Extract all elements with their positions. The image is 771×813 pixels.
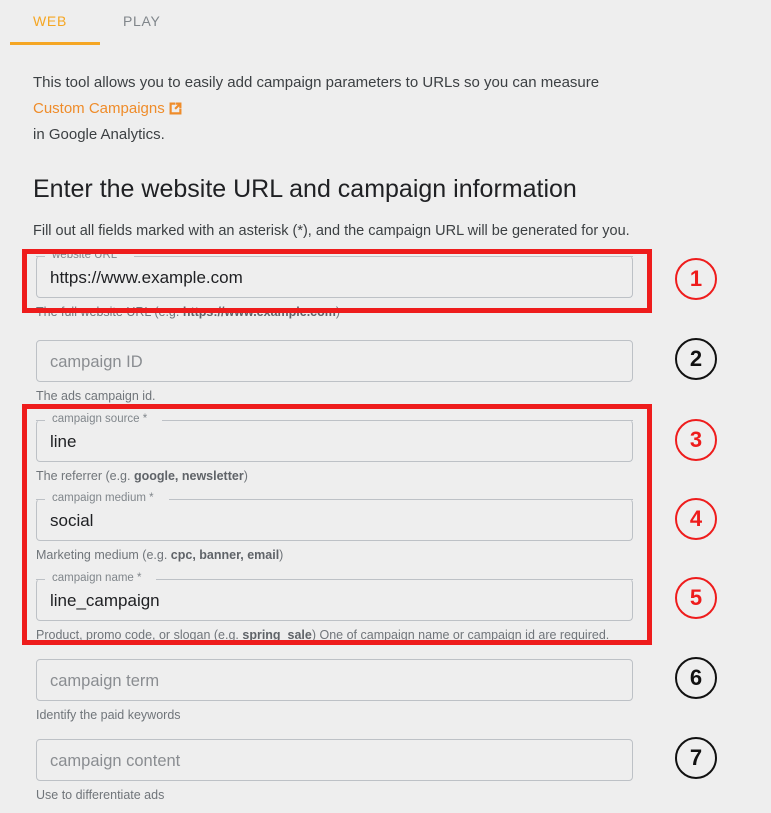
campaign-name-label: campaign name * [52, 572, 142, 584]
campaign-id-placeholder: campaign ID [50, 353, 143, 371]
campaign-medium-input[interactable]: campaign medium * social [36, 492, 633, 541]
field-campaign-id: campaign ID The ads campaign id. [36, 340, 633, 404]
intro-paragraph: This tool allows you to easily add campa… [33, 71, 673, 147]
annotation-badge-3: 3 [675, 419, 717, 461]
campaign-name-input[interactable]: campaign name * line_campaign [36, 572, 633, 621]
tab-web[interactable]: WEB [33, 13, 67, 29]
annotation-badge-7: 7 [675, 737, 717, 779]
intro-line-3: in Google Analytics. [33, 126, 165, 143]
notch-left [36, 499, 45, 500]
custom-campaigns-link[interactable]: Custom Campaigns [33, 100, 165, 117]
website-url-input[interactable]: website URL * https://www.example.com [36, 249, 633, 298]
annotation-badge-2: 2 [675, 338, 717, 380]
website-url-value: https://www.example.com [50, 268, 243, 287]
notch-left [36, 420, 45, 421]
page-title: Enter the website URL and campaign infor… [33, 175, 577, 203]
notch-right [162, 420, 633, 421]
notch-left [36, 256, 45, 257]
tab-bar: WEB PLAY [0, 0, 771, 46]
campaign-content-placeholder: campaign content [50, 752, 181, 770]
field-campaign-term: campaign term Identify the paid keywords [36, 659, 633, 723]
campaign-source-label: campaign source * [52, 413, 148, 425]
campaign-source-helper-text: The referrer (e.g. google, newsletter) [36, 469, 248, 483]
intro-line-2: Custom Campaigns [33, 97, 673, 123]
campaign-medium-helper-text: Marketing medium (e.g. cpc, banner, emai… [36, 548, 284, 562]
notch-right [156, 579, 633, 580]
campaign-medium-label: campaign medium * [52, 492, 154, 504]
external-link-icon [169, 99, 182, 123]
campaign-source-input[interactable]: campaign source * line [36, 413, 633, 462]
intro-line-1: This tool allows you to easily add campa… [33, 74, 600, 91]
field-campaign-content: campaign content Use to differentiate ads [36, 739, 633, 803]
annotation-badge-5: 5 [675, 577, 717, 619]
campaign-name-helper-text: Product, promo code, or slogan (e.g. spr… [36, 628, 610, 642]
field-campaign-medium: campaign medium * social Marketing medium … [36, 492, 633, 563]
tab-play[interactable]: PLAY [123, 13, 161, 29]
field-website-url: website URL * https://www.example.com The … [36, 249, 633, 320]
campaign-content-helper-text: Use to differentiate ads [36, 788, 165, 802]
campaign-source-value: line [50, 432, 77, 451]
campaign-medium-value: social [50, 511, 94, 530]
annotation-badge-6: 6 [675, 657, 717, 699]
campaign-content-input[interactable]: campaign content [36, 739, 633, 781]
page-subtitle: Fill out all fields marked with an aster… [33, 223, 630, 239]
website-url-helper-text: The full website URL (e.g. https://www.e… [36, 305, 341, 319]
campaign-term-input[interactable]: campaign term [36, 659, 633, 701]
campaign-name-value: line_campaign [50, 591, 160, 610]
notch-right [169, 499, 633, 500]
campaign-term-helper-text: Identify the paid keywords [36, 708, 181, 722]
website-url-label: website URL * [52, 249, 125, 261]
campaign-id-helper-text: The ads campaign id. [36, 389, 156, 403]
notch-right [134, 256, 633, 257]
field-campaign-source: campaign source * line The referrer (e.g. … [36, 413, 633, 484]
active-tab-indicator [10, 42, 100, 45]
annotation-badge-4: 4 [675, 498, 717, 540]
annotation-badge-1: 1 [675, 258, 717, 300]
field-campaign-name: campaign name * line_campaign Product, pro… [36, 572, 633, 643]
campaign-term-placeholder: campaign term [50, 672, 160, 690]
campaign-id-input[interactable]: campaign ID [36, 340, 633, 382]
notch-left [36, 579, 45, 580]
